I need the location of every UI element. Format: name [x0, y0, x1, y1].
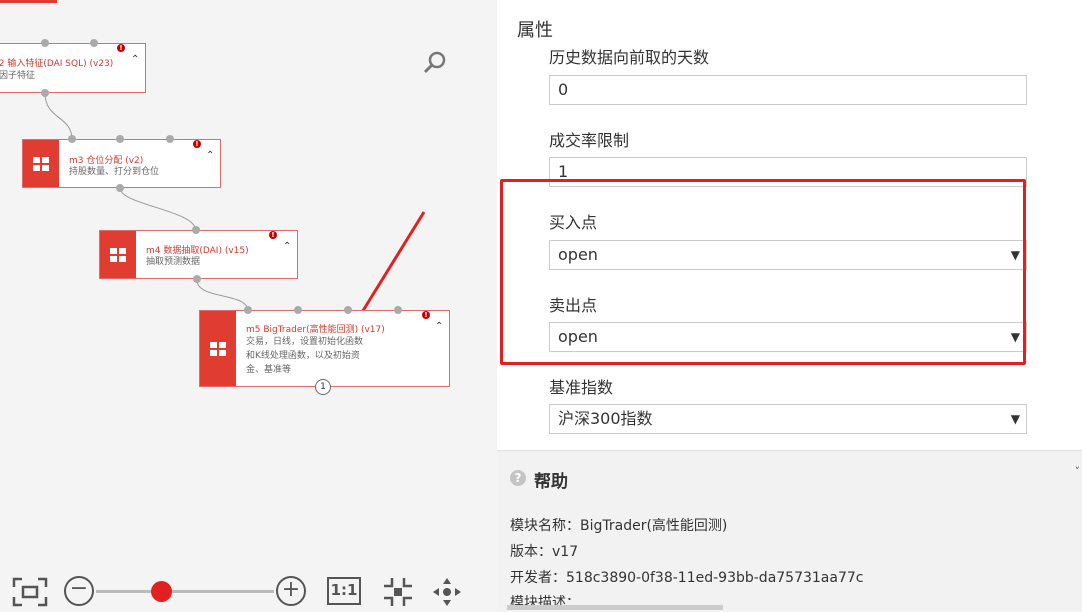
node-title: m5 BigTrader(高性能回测) (v17): [246, 325, 385, 335]
input-port[interactable]: [244, 306, 252, 314]
output-port[interactable]: [41, 89, 49, 97]
output-port[interactable]: [193, 275, 201, 283]
fit-screen-icon[interactable]: [12, 577, 48, 610]
collapse-chevron-icon[interactable]: ⌃: [435, 321, 443, 332]
field-label-history-days: 历史数据向前取的天数: [549, 48, 710, 67]
output-port-badge[interactable]: 1: [315, 379, 331, 395]
help-title: 帮助: [534, 472, 568, 492]
highlight-box: [500, 179, 1026, 365]
module-icon: [200, 311, 236, 386]
module-icon: [100, 231, 136, 278]
move-arrows-icon[interactable]: [431, 576, 463, 610]
center-focus-icon[interactable]: [382, 576, 414, 610]
history-days-input[interactable]: 0: [549, 75, 1027, 105]
node-m4[interactable]: m4 数据抽取(DAI) (v15) 抽取预测数据 ⌃ !: [99, 230, 298, 279]
node-desc: 持股数量、打分到仓位: [69, 167, 160, 177]
input-port[interactable]: [394, 306, 402, 314]
input-port[interactable]: [41, 39, 49, 47]
module-icon: [23, 140, 59, 187]
horizontal-scrollbar[interactable]: [507, 605, 723, 610]
warning-icon: !: [422, 311, 430, 319]
benchmark-value: 沪深300指数: [558, 409, 653, 428]
warning-icon: !: [117, 44, 125, 52]
workflow-canvas[interactable]: m2 输入特征(DAI SQL) (v23) 因子特征 ⌃ ! m3 仓位分配 …: [0, 0, 497, 610]
output-port[interactable]: [116, 184, 124, 192]
input-port[interactable]: [344, 306, 352, 314]
input-port[interactable]: [90, 39, 98, 47]
node-m3[interactable]: m3 仓位分配 (v2) 持股数量、打分到仓位 ⌃ !: [22, 139, 221, 188]
node-desc: 抽取预测数据: [146, 257, 201, 267]
node-desc-line: 交易，日线，设置初始化函数: [246, 337, 364, 347]
collapse-chevron-icon[interactable]: ˅: [1075, 465, 1081, 478]
field-label-benchmark: 基准指数: [549, 378, 614, 397]
help-section: ? 帮助 ˅ 模块名称：BigTrader(高性能回测) 版本：v17 开发者：…: [497, 450, 1082, 611]
zoom-slider-track[interactable]: [96, 590, 274, 593]
output-port-label: 1: [320, 382, 326, 392]
input-port[interactable]: [294, 306, 302, 314]
input-port[interactable]: [116, 135, 124, 143]
help-developer: 开发者：518c3890-0f38-11ed-93bb-da75731aa77c: [510, 570, 864, 586]
input-port[interactable]: [192, 226, 200, 234]
actual-size-button[interactable]: 1:1: [327, 577, 361, 605]
collapse-chevron-icon[interactable]: ⌃: [131, 54, 139, 65]
help-module-name: 模块名称：BigTrader(高性能回测): [510, 518, 728, 534]
input-port[interactable]: [166, 135, 174, 143]
warning-icon: !: [193, 140, 201, 148]
search-icon[interactable]: [422, 50, 448, 80]
benchmark-select[interactable]: 沪深300指数 ▼: [549, 404, 1027, 434]
input-port[interactable]: [68, 135, 76, 143]
zoom-slider-handle[interactable]: [151, 581, 172, 602]
node-desc-line: 和K线处理函数，以及初始资: [246, 351, 360, 361]
collapse-chevron-icon[interactable]: ⌃: [206, 150, 214, 161]
panel-title: 属性: [517, 20, 553, 41]
node-m2[interactable]: m2 输入特征(DAI SQL) (v23) 因子特征 ⌃ !: [0, 43, 146, 93]
node-title: m2 输入特征(DAI SQL) (v23): [0, 59, 114, 69]
help-version: 版本：v17: [510, 544, 579, 560]
zoom-in-button[interactable]: +: [276, 576, 306, 606]
node-desc-line: 金、基准等: [246, 365, 292, 375]
node-desc: 因子特征: [0, 71, 36, 81]
chevron-down-icon: ▼: [1010, 412, 1020, 426]
node-m5[interactable]: m5 BigTrader(高性能回测) (v17) 交易，日线，设置初始化函数 …: [199, 310, 450, 387]
zoom-out-button[interactable]: −: [64, 576, 94, 606]
collapse-chevron-icon[interactable]: ⌃: [283, 241, 291, 252]
warning-icon: !: [269, 231, 277, 239]
field-label-fill-rate: 成交率限制: [549, 131, 630, 150]
help-question-icon: ?: [510, 470, 526, 486]
